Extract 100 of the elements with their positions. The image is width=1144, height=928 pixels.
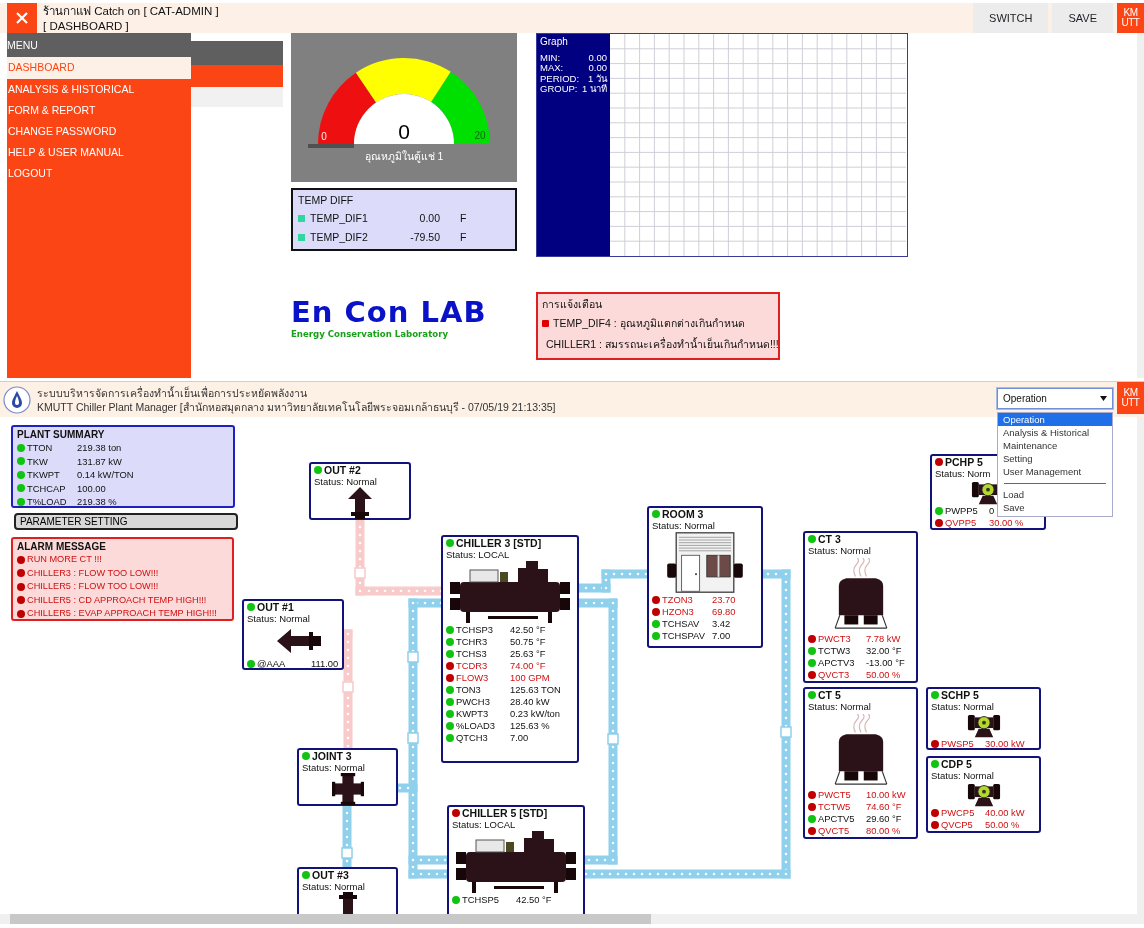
panel-title: การแจ้งเตือน (542, 297, 603, 312)
alarm-dot (17, 582, 25, 591)
status-text: Status: Normal (302, 881, 365, 892)
equipment-title: CHILLER 5 [STD] (462, 807, 548, 819)
point-label: TCTW5 (818, 801, 851, 813)
panel-title: Graph (540, 37, 569, 48)
alarm-dot (17, 609, 25, 618)
equipment-title: OUT #2 (324, 464, 361, 476)
point-label: APCTV3 (818, 657, 855, 669)
mode-dropdown[interactable]: Operation (997, 388, 1113, 409)
point-value: 7.00 (712, 630, 731, 642)
gauge-max-label: 20 (474, 130, 486, 141)
point-label: TKWPT (27, 468, 60, 482)
bullet-icon (298, 214, 305, 222)
university-logo: KM UTT (1117, 382, 1144, 414)
header-subtitle: [ DASHBOARD ] (43, 19, 130, 34)
pipe-joint-drawing (331, 773, 364, 805)
stat-label: GROUP: (540, 84, 578, 95)
point-value: 7.78 kW (866, 633, 901, 645)
dropdown-option[interactable]: Operation (998, 413, 1112, 426)
vertical-scrollbar[interactable] (1137, 33, 1144, 378)
point-value: 50.75 °F (510, 636, 546, 648)
equipment-title: PCHP 5 (945, 456, 983, 468)
university-logo: KM UTT (1117, 3, 1144, 33)
point-label: KWPT3 (456, 708, 489, 720)
drop-logo-icon (3, 385, 31, 414)
menu-item[interactable]: FORM & REPORT (7, 100, 191, 121)
stat-label: PERIOD: (540, 73, 580, 84)
stat-label: MAX: (540, 63, 564, 74)
menu-item[interactable]: LOGOUT (7, 163, 191, 184)
equipment-title: ROOM 3 (662, 508, 704, 520)
close-button[interactable] (7, 3, 37, 33)
point-label: TCHSP5 (462, 894, 499, 906)
point-value: 0 (989, 505, 995, 517)
dropdown-option[interactable]: Analysis & Historical (998, 426, 1112, 439)
caret-icon (1100, 396, 1107, 401)
point-label: @AAA (257, 658, 286, 670)
status-text: Status: LOCAL (452, 819, 516, 830)
menu-item[interactable]: CHANGE PASSWORD (7, 121, 191, 142)
vertical-scrollbar[interactable] (1137, 417, 1144, 914)
point-label: HZON3 (662, 606, 694, 618)
point-value: 100.00 (77, 481, 106, 495)
point-value: 0.00 (418, 210, 440, 226)
point-value: 3.42 (712, 618, 731, 630)
status-text: Status: Normal (314, 476, 377, 487)
point-label: TCDR3 (456, 660, 488, 672)
horizontal-scrollbar[interactable] (0, 914, 1144, 924)
dropdown-option[interactable]: Setting (998, 452, 1112, 465)
point-value: 29.60 °F (866, 813, 902, 825)
status-text: Status: Normal (652, 520, 715, 531)
header-title: ร้านกาแฟ Catch on [ CAT-ADMIN ] (43, 4, 219, 19)
gauge-min-label: 0 (321, 131, 327, 142)
cooling-tower-drawing (834, 714, 887, 785)
point-label: TCTW3 (818, 645, 851, 657)
brand-logo-title: En Con LAB (291, 296, 488, 328)
point-label: QTCH3 (456, 732, 488, 744)
header-button[interactable]: SWITCH (973, 3, 1049, 33)
point-value: 50.00 % (985, 819, 1020, 831)
dropdown-option[interactable]: Load (998, 488, 1112, 501)
equipment-title: SCHP 5 (941, 689, 979, 701)
dropdown-option[interactable]: Save (998, 501, 1112, 514)
point-value: 7.00 (510, 732, 529, 744)
point-value: 30.00 kW (985, 738, 1025, 750)
point-label: T%LOAD (27, 495, 67, 509)
equipment-title: CT 5 (818, 689, 841, 701)
equipment-title: OUT #1 (257, 601, 294, 613)
alarm-dot (17, 596, 25, 605)
point-value: 0.14 kW/TON (77, 468, 134, 482)
pipe-fitting (407, 651, 419, 663)
point-value: -13.00 °F (866, 657, 905, 669)
point-label: TEMP_DIF2 (310, 229, 369, 245)
bullet-icon (298, 233, 305, 241)
point-label: PWCT5 (818, 789, 851, 801)
status-text: Status: Normal (808, 701, 871, 712)
pump-drawing (967, 784, 1000, 807)
point-value: 25.63 °F (510, 648, 546, 660)
status-text: Status: Normal (931, 770, 994, 781)
point-label: PWPP5 (945, 505, 978, 517)
point-value: 219.38 ton (77, 441, 122, 455)
header-button[interactable]: SAVE (1052, 3, 1113, 33)
point-value: -79.50 (409, 229, 440, 245)
stat-value: 1 วัน (588, 73, 607, 84)
gauge-value: 0 (398, 120, 410, 143)
parameter-setting-button[interactable]: PARAMETER SETTING (14, 513, 238, 530)
panel-title: ALARM MESSAGE (17, 540, 107, 553)
point-label: TCHSPAV (662, 630, 705, 642)
dropdown-option[interactable]: User Management (998, 465, 1112, 478)
point-label: TEMP_DIF1 (310, 210, 369, 226)
point-label: PWCP5 (941, 807, 975, 819)
menu-item[interactable]: ANALYSIS & HISTORICAL (7, 79, 191, 100)
point-value: 125.63 TON (510, 684, 561, 696)
dropdown-option[interactable]: Maintenance (998, 439, 1112, 452)
pipe-fitting (407, 732, 419, 744)
gauge-caption: อุณหภูมิในตู้แช่ 1 (364, 150, 444, 162)
point-value: 125.63 % (510, 720, 550, 732)
point-label: TZON3 (662, 594, 693, 606)
stat-value: 1 นาที (582, 84, 607, 95)
point-label: APCTV5 (818, 813, 855, 825)
menu-item[interactable]: HELP & USER MANUAL (7, 142, 191, 163)
point-value: 30.00 % (989, 517, 1024, 529)
